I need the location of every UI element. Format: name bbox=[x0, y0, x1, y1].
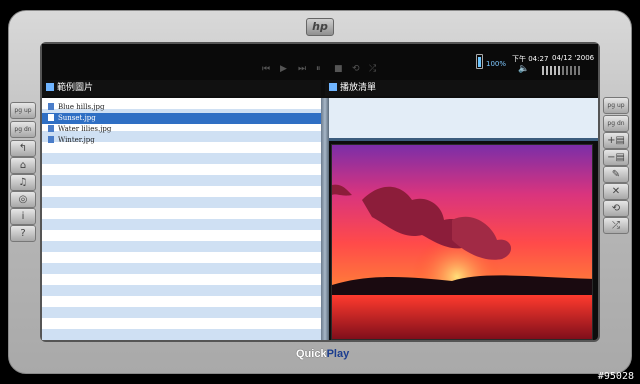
image-file-icon bbox=[48, 125, 54, 132]
stop-icon[interactable]: ■ bbox=[334, 64, 343, 74]
left-pg-up-button[interactable]: pg up bbox=[10, 102, 36, 119]
next-track-icon[interactable]: ⏭ bbox=[298, 64, 306, 74]
image-file-icon bbox=[48, 114, 54, 121]
add-to-playlist-icon[interactable]: +▤ bbox=[603, 132, 629, 149]
help-icon[interactable]: ? bbox=[10, 225, 36, 242]
right-panel-title: 播放清單 bbox=[340, 83, 377, 93]
close-icon[interactable]: ✕ bbox=[603, 183, 629, 200]
battery-icon bbox=[476, 54, 483, 69]
back-icon[interactable]: ↰ bbox=[10, 140, 36, 157]
top-bar: ⏮ ▶ ⏭ ⏸ ■ ⟲ ⤮ 100% 下午 04:27 04/12 '2006 … bbox=[42, 44, 598, 80]
picture-folder-icon bbox=[46, 83, 54, 91]
image-preview bbox=[331, 144, 593, 340]
edit-playlist-icon[interactable]: ✎ bbox=[603, 166, 629, 183]
left-pg-dn-button[interactable]: pg dn bbox=[10, 121, 36, 138]
left-panel-header: 範例圖片 bbox=[42, 80, 321, 96]
left-panel-title: 範例圖片 bbox=[57, 83, 94, 93]
screen: ⏮ ▶ ⏭ ⏸ ■ ⟲ ⤮ 100% 下午 04:27 04/12 '2006 … bbox=[40, 42, 600, 342]
play-icon[interactable]: ▶ bbox=[280, 64, 287, 74]
image-file-icon bbox=[48, 136, 54, 143]
volume-slider[interactable] bbox=[542, 66, 580, 75]
clock-date: 04/12 '2006 bbox=[552, 54, 595, 62]
playlist-area[interactable] bbox=[329, 98, 598, 141]
right-pg-dn-button[interactable]: pg dn bbox=[603, 115, 629, 132]
previous-track-icon[interactable]: ⏮ bbox=[262, 64, 270, 74]
right-pg-up-button[interactable]: pg up bbox=[603, 97, 629, 114]
home-icon[interactable]: ⌂ bbox=[10, 157, 36, 174]
file-item-winter[interactable]: Winter.jpg bbox=[42, 135, 321, 146]
file-item-blue-hills[interactable]: Blue hills.jpg bbox=[42, 102, 321, 113]
repeat-icon[interactable]: ⟲ bbox=[352, 64, 360, 74]
repeat-icon[interactable]: ⟲ bbox=[603, 200, 629, 217]
remove-from-playlist-icon[interactable]: −▤ bbox=[603, 149, 629, 166]
right-panel-header: 播放清單 bbox=[325, 80, 598, 96]
shuffle-icon[interactable]: ⤮ bbox=[369, 64, 376, 74]
playlist-icon bbox=[329, 83, 337, 91]
battery-level: 100% bbox=[486, 60, 507, 68]
watermark: #95028 bbox=[597, 371, 634, 382]
file-item-water-lilies[interactable]: Water lilies.jpg bbox=[42, 124, 321, 135]
image-file-icon bbox=[48, 103, 54, 110]
quickplay-logo: QuickPlay bbox=[296, 348, 350, 360]
clock-time: 下午 04:27 bbox=[512, 55, 549, 63]
music-icon[interactable]: ♫ bbox=[10, 174, 36, 191]
search-icon[interactable]: ◎ bbox=[10, 191, 36, 208]
info-icon[interactable]: i bbox=[10, 208, 36, 225]
pause-icon[interactable]: ⏸ bbox=[316, 64, 321, 74]
file-list: Blue hills.jpg Sunset.jpg Water lilies.j… bbox=[42, 98, 321, 340]
hp-logo: hp bbox=[306, 18, 334, 36]
panel-splitter[interactable] bbox=[321, 98, 329, 340]
file-item-sunset[interactable]: Sunset.jpg bbox=[42, 113, 321, 124]
mute-icon[interactable]: 🔈 bbox=[518, 64, 529, 74]
shuffle-icon[interactable]: ⤮ bbox=[603, 217, 629, 234]
